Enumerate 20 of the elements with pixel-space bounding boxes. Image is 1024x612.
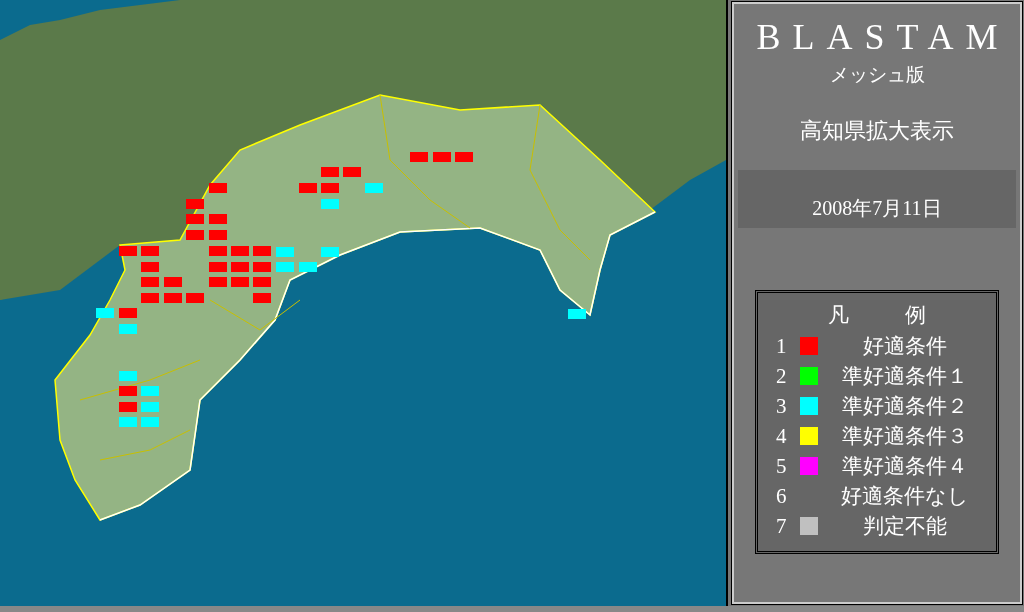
legend-label: 好適条件: [862, 333, 948, 360]
legend-number: 5: [776, 453, 788, 479]
legend-number: 3: [776, 393, 788, 419]
app-subtitle: メッシュ版: [829, 63, 925, 87]
legend-label: 判定不能: [862, 513, 948, 540]
legend-label: 準好適条件２: [841, 393, 969, 420]
legend-number: 7: [776, 513, 788, 539]
legend-title: 凡: [828, 302, 849, 329]
legend-number: 2: [776, 363, 788, 389]
legend-number: 4: [776, 423, 788, 449]
date-panel: 2008年7月11日: [738, 170, 1016, 228]
legend-label: 好適条件なし: [840, 483, 970, 510]
region-label: 高知県拡大表示: [800, 117, 954, 145]
legend-title: 例: [905, 302, 926, 329]
legend-label: 準好適条件１: [841, 363, 969, 390]
legend-number: 6: [776, 483, 788, 509]
legend-number: 1: [776, 333, 788, 359]
legend-label: 準好適条件３: [841, 423, 969, 450]
app-title: BLASTAM: [756, 16, 1010, 58]
legend-label: 準好適条件４: [841, 453, 969, 480]
